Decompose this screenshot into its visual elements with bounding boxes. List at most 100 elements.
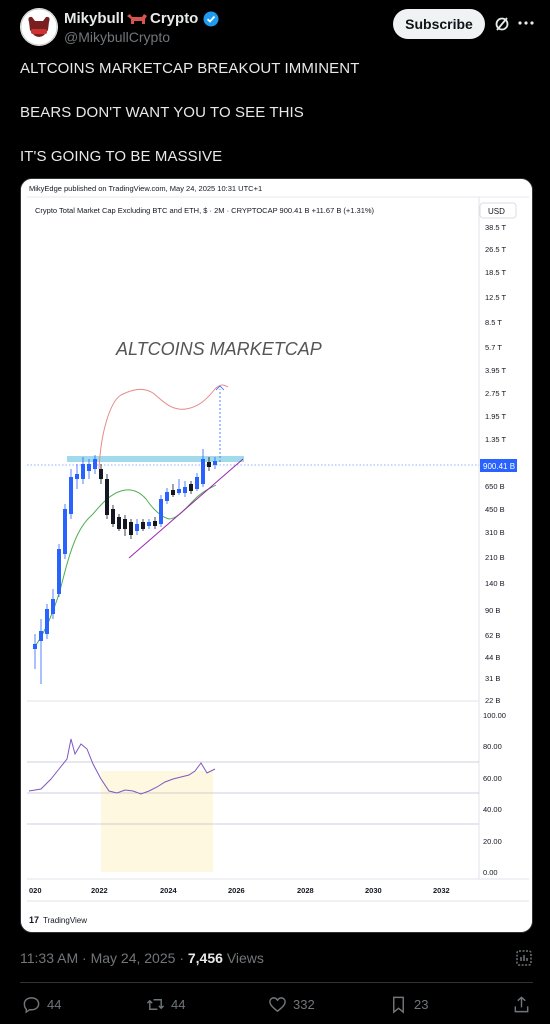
candle-body xyxy=(183,487,187,493)
chart: MikyEdge published on TradingView.com, M… xyxy=(21,179,532,932)
price-tick-label: 650 B xyxy=(485,482,505,491)
bookmark-button[interactable]: 23 xyxy=(389,994,428,1014)
subscribe-button[interactable]: Subscribe xyxy=(393,9,485,39)
post-analytics-icon[interactable] xyxy=(514,948,534,968)
time-tick-label: 2030 xyxy=(365,886,382,895)
tweet-text-line-2: BEARS DON'T WANT YOU TO SEE THIS xyxy=(20,104,304,121)
candle-body xyxy=(159,499,163,524)
tweet-date[interactable]: May 24, 2025 xyxy=(91,950,176,966)
price-tick-label: 22 B xyxy=(485,696,500,705)
candle-body xyxy=(63,509,67,554)
share-icon xyxy=(514,995,529,1012)
price-tick-label: 12.5 T xyxy=(485,293,507,302)
candle-body xyxy=(45,609,49,634)
price-tick-label: 18.5 T xyxy=(485,268,507,277)
candle-body xyxy=(141,522,145,529)
candle-body xyxy=(105,479,109,515)
candle-body xyxy=(177,489,181,493)
candle-body xyxy=(207,462,211,467)
price-tick-label: 310 B xyxy=(485,528,505,537)
divider xyxy=(20,982,533,983)
reply-button[interactable]: 44 xyxy=(22,994,61,1014)
price-tick-label: 3.95 T xyxy=(485,366,507,375)
repost-button[interactable]: 44 xyxy=(146,994,185,1014)
price-tick-label: 450 B xyxy=(485,505,505,514)
verified-icon xyxy=(203,11,219,26)
candle-body xyxy=(81,464,85,479)
tweet-text-line-1: ALTCOINS MARKETCAP BREAKOUT IMMINENT xyxy=(20,60,360,77)
candle-body xyxy=(147,522,151,526)
more-icon[interactable] xyxy=(516,13,536,33)
time-tick-label: 2032 xyxy=(433,886,450,895)
views-label: Views xyxy=(226,950,264,966)
price-tick-label: 5.7 T xyxy=(485,343,502,352)
price-tick-label: 140 B xyxy=(485,579,505,588)
repost-count: 44 xyxy=(171,996,186,1012)
author-handle[interactable]: @MikybullCrypto xyxy=(64,29,170,45)
candle-body xyxy=(75,474,79,479)
bookmark-icon xyxy=(393,996,404,1014)
bull-icon xyxy=(127,13,148,24)
author-name-left: Mikybull xyxy=(64,10,125,27)
price-tick-label: 44 B xyxy=(485,653,500,662)
heart-icon xyxy=(269,996,286,1012)
rsi-tick-label: 0.00 xyxy=(483,868,498,877)
rsi-tick-label: 100.00 xyxy=(483,711,506,720)
time-tick-label: 2024 xyxy=(160,886,178,895)
candle-body xyxy=(165,492,169,501)
time-tick-label: 2022 xyxy=(91,886,108,895)
tradingview-watermark: TradingView xyxy=(43,916,87,925)
candle-body xyxy=(201,459,205,484)
candle-body xyxy=(33,644,37,649)
candle-body xyxy=(123,519,127,529)
candle-body xyxy=(57,549,61,594)
candle-body xyxy=(189,484,193,491)
author-name[interactable]: Mikybull Crypto xyxy=(64,10,219,27)
currency-label: USD xyxy=(488,207,505,216)
price-tick-label: 26.5 T xyxy=(485,245,507,254)
rsi-tick-label: 80.00 xyxy=(483,742,502,751)
tweet-image[interactable]: MikyEdge published on TradingView.com, M… xyxy=(20,178,533,933)
candle-body xyxy=(51,599,55,614)
repost-icon xyxy=(146,998,165,1010)
price-tick-label: 90 B xyxy=(485,606,500,615)
price-tick-label: 31 B xyxy=(485,674,500,683)
price-tick-label: 62 B xyxy=(485,631,500,640)
candle-body xyxy=(39,631,43,641)
candle-body xyxy=(69,477,73,514)
views-count: 7,456 xyxy=(187,950,223,966)
price-tick-label: 1.35 T xyxy=(485,435,507,444)
candle-body xyxy=(195,477,199,489)
rsi-highlight-zone xyxy=(101,771,213,872)
price-label: 900.41 B xyxy=(483,462,515,471)
like-button[interactable]: 332 xyxy=(268,994,315,1014)
bookmark-count: 23 xyxy=(414,996,429,1012)
candle-body xyxy=(87,464,91,471)
candle-body xyxy=(129,522,133,535)
reply-icon xyxy=(23,996,40,1013)
author-name-right: Crypto xyxy=(150,10,199,27)
rsi-tick-label: 40.00 xyxy=(483,805,502,814)
candle-body xyxy=(117,517,121,529)
candle-body xyxy=(213,461,217,465)
candle-body xyxy=(135,524,139,531)
time-tick-label: 2026 xyxy=(228,886,245,895)
symbol-line: Crypto Total Market Cap Excluding BTC an… xyxy=(35,206,375,215)
price-tick-label: 210 B xyxy=(485,553,505,562)
grok-icon[interactable] xyxy=(493,15,511,33)
price-tick-label: 8.5 T xyxy=(485,318,502,327)
share-button[interactable] xyxy=(512,994,531,1014)
price-tick-label: 2.75 T xyxy=(485,389,507,398)
tweet-meta: 11:33 AM · May 24, 2025 · 7,456 Views xyxy=(20,950,264,966)
like-count: 332 xyxy=(293,996,315,1012)
chart-title: ALTCOINS MARKETCAP xyxy=(115,339,322,359)
candle-body xyxy=(99,469,103,479)
tweet-header: Mikybull Crypto @MikybullCrypto Subscrib… xyxy=(0,0,550,52)
avatar[interactable] xyxy=(20,8,58,46)
candle-body xyxy=(93,459,97,469)
tradingview-logo-icon: 17 xyxy=(29,915,39,925)
candle-body xyxy=(153,521,157,526)
tweet-text-line-3: IT'S GOING TO BE MASSIVE xyxy=(20,148,223,165)
tweet-time[interactable]: 11:33 AM xyxy=(20,950,78,966)
price-tick-label: 38.5 T xyxy=(485,223,507,232)
